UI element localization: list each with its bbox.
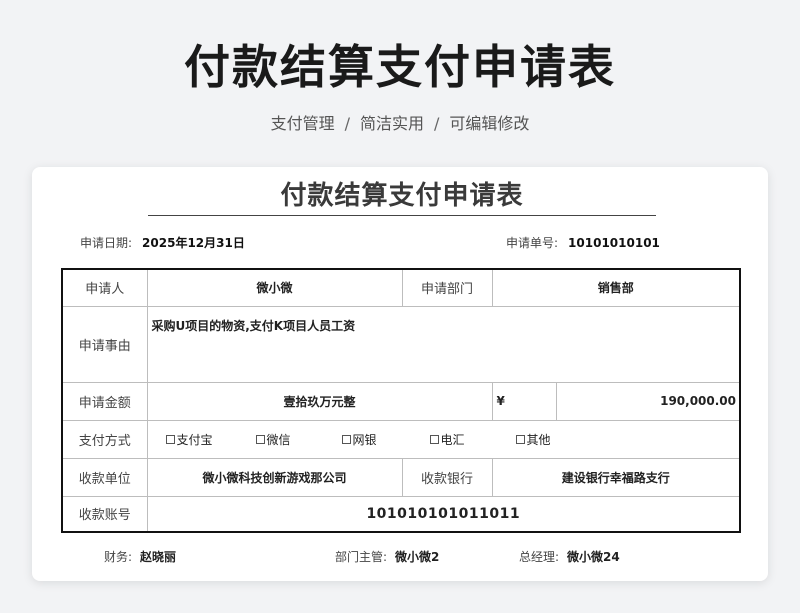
method-option-online-bank[interactable]: 网银 bbox=[341, 431, 430, 448]
gm-value[interactable]: 微小微24 bbox=[567, 550, 620, 564]
account-value[interactable]: 101010101011011 bbox=[146, 495, 741, 533]
payment-method-label: 支付方式 bbox=[61, 419, 148, 459]
bank-label: 收款银行 bbox=[401, 457, 493, 497]
gm-signature: 总经理: 微小微24 bbox=[519, 547, 620, 567]
table-row: 申请金额 壹拾玖万元整 ¥ 190,000.00 bbox=[61, 381, 741, 421]
subtitle-part: 可编辑修改 bbox=[449, 114, 530, 133]
amount-label: 申请金额 bbox=[61, 381, 148, 421]
method-option-wechat[interactable]: 微信 bbox=[255, 431, 342, 448]
checkbox-icon[interactable] bbox=[429, 434, 439, 444]
manager-label: 部门主管: bbox=[335, 550, 388, 564]
reason-value[interactable]: 采购U项目的物资,支付K项目人员工资 bbox=[146, 305, 741, 383]
table-row: 申请事由 采购U项目的物资,支付K项目人员工资 bbox=[61, 305, 741, 383]
account-label: 收款账号 bbox=[61, 495, 148, 533]
method-label: 网银 bbox=[352, 432, 377, 447]
application-table: 申请人 微小微 申请部门 销售部 申请事由 采购U项目的物资,支付K项目人员工资… bbox=[61, 268, 742, 533]
checkbox-icon[interactable] bbox=[255, 434, 265, 444]
amount-value[interactable]: 190,000.00 bbox=[555, 381, 741, 421]
finance-value[interactable]: 赵晓丽 bbox=[140, 550, 176, 564]
reason-label: 申请事由 bbox=[61, 305, 148, 383]
gm-label: 总经理: bbox=[519, 550, 560, 564]
amount-words[interactable]: 壹拾玖万元整 bbox=[146, 381, 493, 421]
currency-symbol: ¥ bbox=[491, 381, 557, 421]
bank-value[interactable]: 建设银行幸福路支行 bbox=[491, 457, 741, 497]
method-option-wire[interactable]: 电汇 bbox=[429, 431, 516, 448]
subtitle-separator: / bbox=[344, 114, 350, 133]
subtitle-part: 支付管理 bbox=[270, 114, 335, 133]
form-title: 付款结算支付申请表 bbox=[280, 181, 524, 211]
manager-signature: 部门主管: 微小微2 bbox=[335, 547, 439, 567]
method-label: 支付宝 bbox=[176, 432, 213, 447]
table-row: 支付方式 支付宝 微信 网银 电汇 其他 bbox=[61, 419, 741, 459]
table-row: 收款账号 101010101011011 bbox=[61, 495, 741, 533]
applicant-value[interactable]: 微小微 bbox=[146, 268, 403, 307]
method-label: 电汇 bbox=[440, 432, 465, 447]
method-label: 其他 bbox=[526, 432, 551, 447]
payment-method-options: 支付宝 微信 网银 电汇 其他 bbox=[146, 419, 741, 459]
checkbox-icon[interactable] bbox=[341, 434, 351, 444]
checkbox-icon[interactable] bbox=[515, 434, 525, 444]
subtitle-separator: / bbox=[434, 114, 440, 133]
number-label: 申请单号: bbox=[506, 236, 559, 250]
application-date: 申请日期: 2025年12月31日 bbox=[80, 233, 245, 253]
payee-label: 收款单位 bbox=[61, 457, 148, 497]
department-label: 申请部门 bbox=[401, 268, 493, 307]
application-number: 申请单号: 10101010101 bbox=[506, 233, 660, 253]
payee-value[interactable]: 微小微科技创新游戏那公司 bbox=[146, 457, 403, 497]
department-value[interactable]: 销售部 bbox=[491, 268, 741, 307]
subtitle-part: 简洁实用 bbox=[359, 114, 424, 133]
table-row: 申请人 微小微 申请部门 销售部 bbox=[61, 268, 741, 307]
form-card: 付款结算支付申请表 申请日期: 2025年12月31日 申请单号: 10101010… bbox=[32, 167, 768, 581]
date-value[interactable]: 2025年12月31日 bbox=[142, 236, 245, 250]
page-subtitle: 支付管理 / 简洁实用 / 可编辑修改 bbox=[0, 110, 800, 138]
title-underline bbox=[148, 215, 656, 216]
checkbox-icon[interactable] bbox=[165, 434, 175, 444]
method-option-alipay[interactable]: 支付宝 bbox=[165, 431, 256, 448]
table-row: 收款单位 微小微科技创新游戏那公司 收款银行 建设银行幸福路支行 bbox=[61, 457, 741, 497]
applicant-label: 申请人 bbox=[61, 268, 148, 307]
method-label: 微信 bbox=[266, 432, 291, 447]
finance-label: 财务: bbox=[104, 550, 133, 564]
method-option-other[interactable]: 其他 bbox=[515, 431, 576, 448]
date-label: 申请日期: bbox=[80, 236, 133, 250]
finance-signature: 财务: 赵晓丽 bbox=[104, 547, 176, 567]
manager-value[interactable]: 微小微2 bbox=[395, 550, 439, 564]
number-value[interactable]: 10101010101 bbox=[568, 236, 660, 250]
page-title: 付款结算支付申请表 bbox=[184, 40, 616, 94]
